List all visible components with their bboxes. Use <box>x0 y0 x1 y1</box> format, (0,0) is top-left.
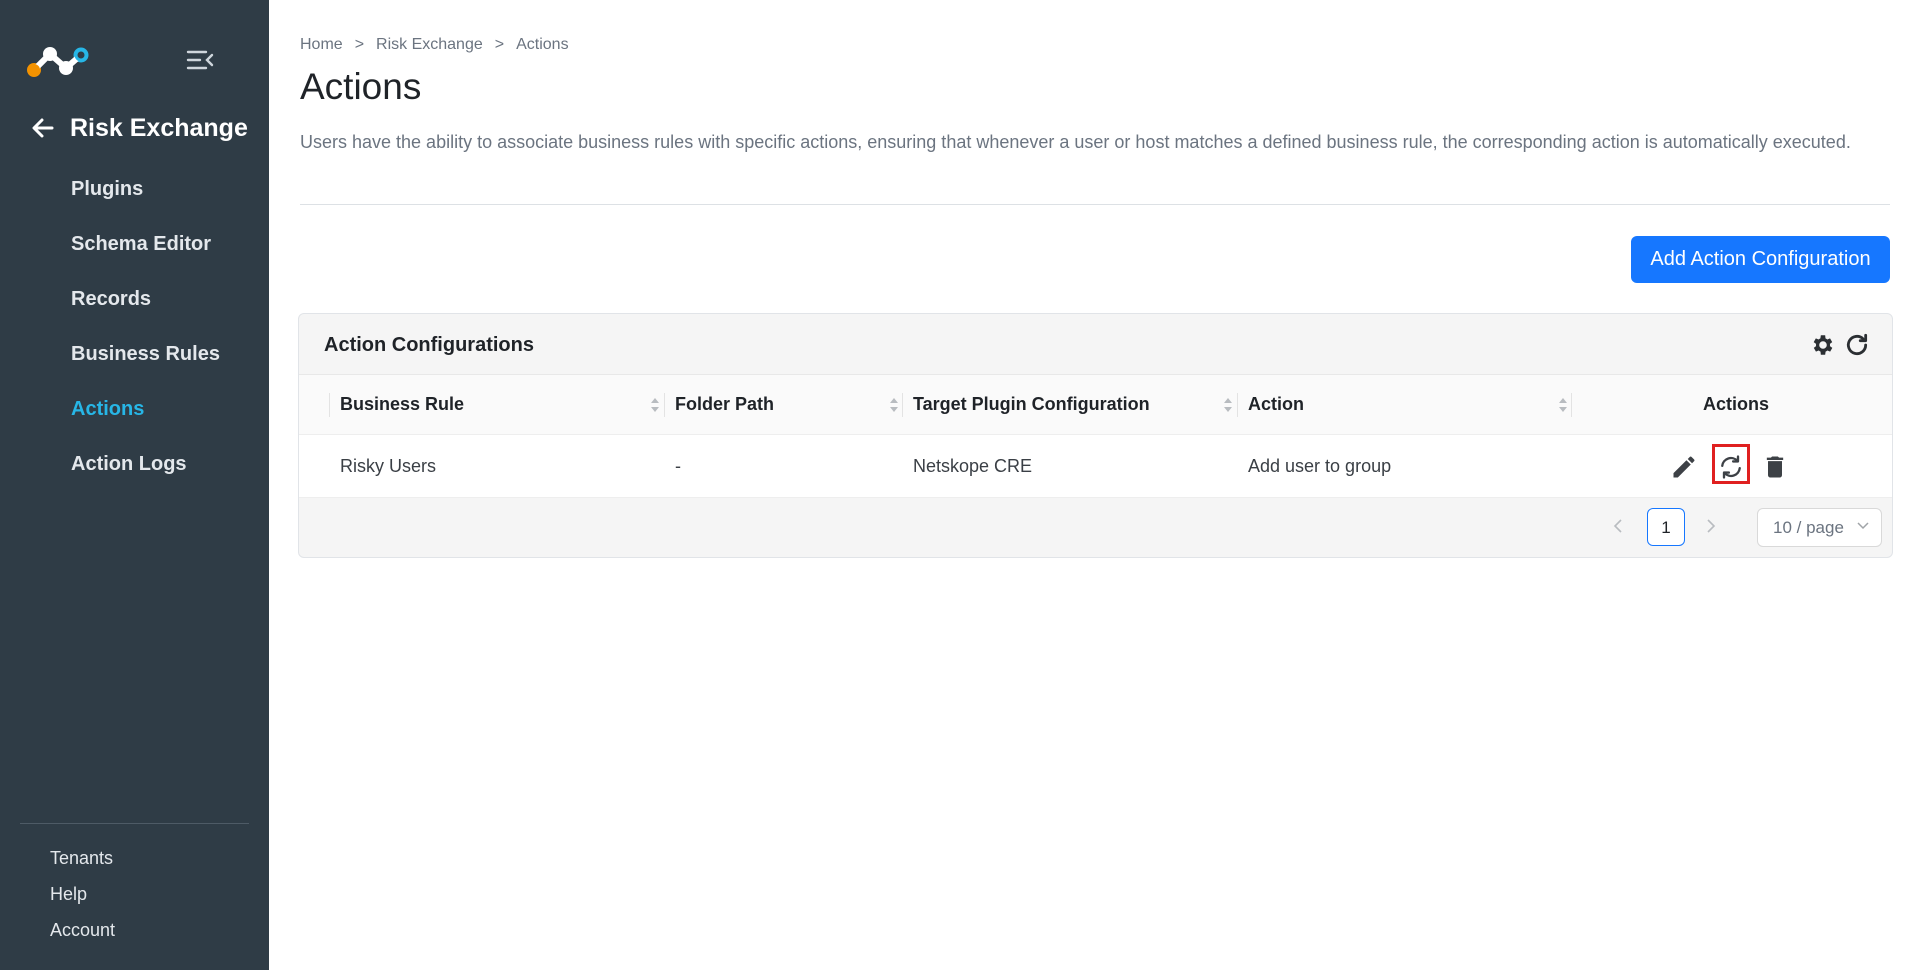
column-separator <box>329 393 330 417</box>
sidebar-divider <box>20 823 249 824</box>
breadcrumb: Home > Risk Exchange > Actions <box>300 36 569 54</box>
action-configurations-table: Business Rule Folder Path Target Plugin … <box>299 374 1892 498</box>
sort-icon[interactable] <box>1558 397 1568 413</box>
breadcrumb-separator: > <box>494 36 505 53</box>
column-header-label: Action <box>1248 394 1304 414</box>
sidebar-item-account[interactable]: Account <box>50 915 115 951</box>
chevron-left-icon[interactable] <box>1612 518 1624 534</box>
table-header: Business Rule Folder Path Target Plugin … <box>299 374 1892 435</box>
sidebar-item-action-logs[interactable]: Action Logs <box>0 443 269 498</box>
breadcrumb-separator: > <box>354 36 365 53</box>
page-title: Actions <box>300 66 422 107</box>
sidebar-item-tenants[interactable]: Tenants <box>50 843 115 879</box>
sidebar-nav: Plugins Schema Editor Records Business R… <box>0 168 269 498</box>
arrow-left-icon[interactable] <box>30 115 56 141</box>
breadcrumb-home[interactable]: Home <box>300 36 343 53</box>
sort-icon[interactable] <box>650 397 660 413</box>
column-header-actions: Actions <box>1703 394 1770 414</box>
netskope-logo[interactable] <box>26 44 90 78</box>
sidebar: Risk Exchange Plugins Schema Editor Reco… <box>0 0 269 970</box>
breadcrumb-current: Actions <box>516 36 569 53</box>
edit-icon[interactable] <box>1670 453 1698 481</box>
menu-collapse-icon[interactable] <box>186 48 214 72</box>
sidebar-item-plugins[interactable]: Plugins <box>0 168 269 223</box>
main-content: Home > Risk Exchange > Actions Actions Users… <box>269 0 1918 970</box>
sidebar-item-business-rules[interactable]: Business Rules <box>0 333 269 388</box>
sort-icon[interactable] <box>889 397 899 413</box>
page-size-select[interactable]: 10 / page <box>1757 508 1882 547</box>
gear-icon[interactable] <box>1810 332 1836 358</box>
sidebar-item-actions[interactable]: Actions <box>0 388 269 443</box>
column-header-business-rule[interactable]: Business Rule <box>340 375 659 434</box>
delete-icon[interactable] <box>1761 453 1789 481</box>
card-title: Action Configurations <box>324 334 534 356</box>
cell-folder-path: - <box>675 456 681 476</box>
column-separator <box>902 393 903 417</box>
page-size-value: 10 / page <box>1773 518 1844 537</box>
sidebar-item-help[interactable]: Help <box>50 879 115 915</box>
column-header-folder-path[interactable]: Folder Path <box>675 375 898 434</box>
pagination: 1 10 / page <box>299 496 1892 556</box>
chevron-right-icon[interactable] <box>1705 518 1717 534</box>
column-separator <box>1571 393 1572 417</box>
cell-target-plugin: Netskope CRE <box>913 456 1033 476</box>
reload-icon[interactable] <box>1844 332 1870 358</box>
add-action-configuration-button[interactable]: Add Action Configuration <box>1631 236 1890 283</box>
card-header: Action Configurations <box>299 314 1892 374</box>
column-header-target-plugin-configuration[interactable]: Target Plugin Configuration <box>913 375 1233 434</box>
column-header-label: Folder Path <box>675 394 775 414</box>
sidebar-item-records[interactable]: Records <box>0 278 269 333</box>
column-header-label: Target Plugin Configuration <box>913 394 1150 414</box>
chevron-down-icon <box>1857 522 1869 530</box>
table-row: Risky Users - Netskope CRE Add user to g… <box>299 435 1892 498</box>
column-header-action[interactable]: Action <box>1248 375 1568 434</box>
breadcrumb-risk-exchange[interactable]: Risk Exchange <box>376 36 483 53</box>
column-header-label: Business Rule <box>340 394 465 414</box>
column-separator <box>664 393 665 417</box>
column-separator <box>1237 393 1238 417</box>
back-to-risk-exchange[interactable]: Risk Exchange <box>30 112 248 144</box>
header-divider <box>300 204 1890 205</box>
page-description: Users have the ability to associate busi… <box>300 132 1851 152</box>
sort-icon[interactable] <box>1223 397 1233 413</box>
sync-icon[interactable] <box>1717 453 1745 481</box>
page-1-button[interactable]: 1 <box>1647 508 1685 546</box>
sidebar-bottom-nav: Tenants Help Account <box>50 843 115 951</box>
cell-business-rule: Risky Users <box>340 456 437 476</box>
cell-action: Add user to group <box>1248 456 1392 476</box>
sidebar-item-schema-editor[interactable]: Schema Editor <box>0 223 269 278</box>
section-title: Risk Exchange <box>70 113 248 142</box>
action-configurations-card: Action Configurations Business Rule Fold… <box>298 313 1893 558</box>
